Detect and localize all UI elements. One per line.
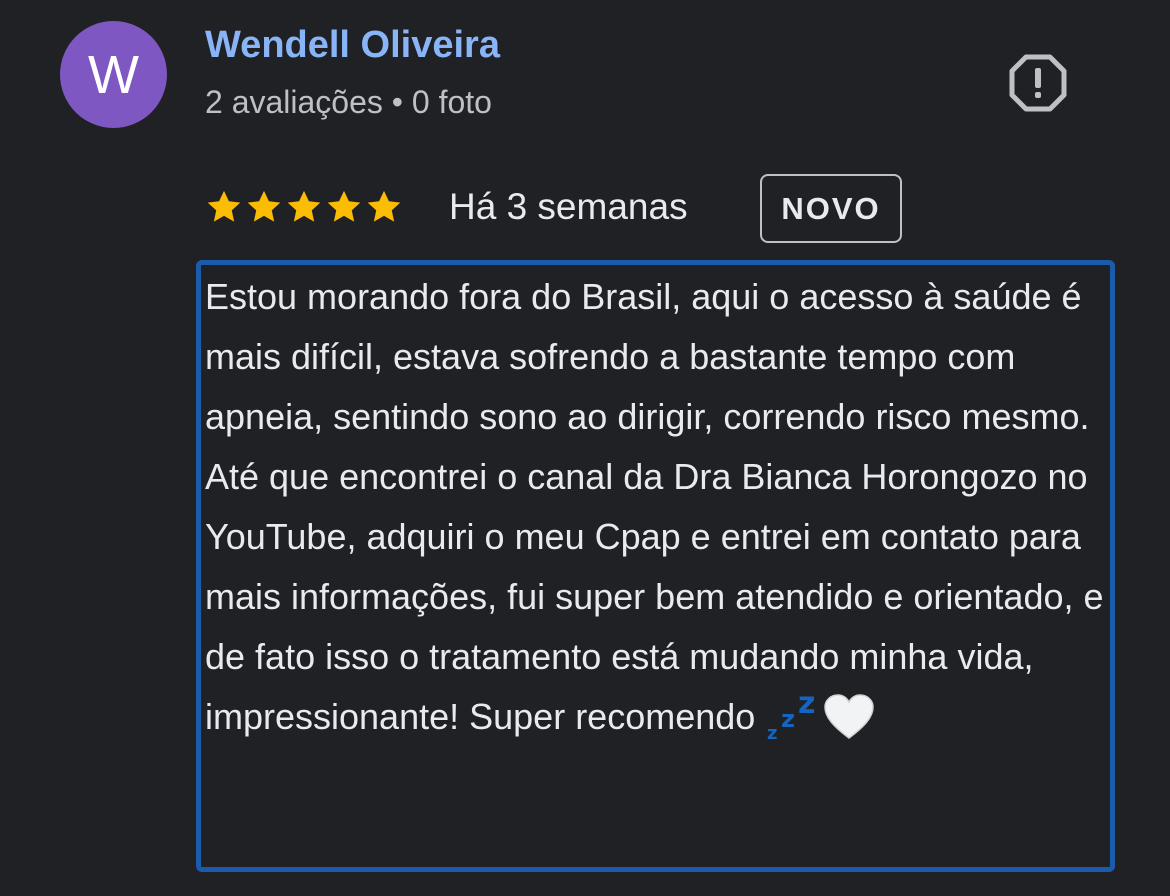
reviewer-name-link[interactable]: Wendell Oliveira <box>205 24 500 67</box>
new-badge: NOVO <box>760 174 902 243</box>
star-icon <box>287 190 321 222</box>
svg-text:z: z <box>781 705 795 733</box>
star-icon <box>247 190 281 222</box>
star-icon <box>367 190 401 222</box>
report-flag-icon[interactable] <box>1008 53 1068 113</box>
review-text: Estou morando fora do Brasil, aqui o ace… <box>205 267 1105 747</box>
star-icon <box>327 190 361 222</box>
svg-text:z: z <box>767 723 777 743</box>
review-date: Há 3 semanas <box>449 186 688 227</box>
star-icon <box>207 190 241 222</box>
white-heart-emoji-icon <box>824 694 875 739</box>
reviewer-meta: 2 avaliações • 0 foto <box>205 84 492 120</box>
svg-text:z: z <box>798 691 815 721</box>
review-text-body: Estou morando fora do Brasil, aqui o ace… <box>205 276 1104 737</box>
avatar-initial: W <box>88 44 139 105</box>
avatar[interactable]: W <box>60 21 167 128</box>
star-rating <box>205 184 403 230</box>
zzz-emoji-icon: z z z <box>767 691 815 743</box>
